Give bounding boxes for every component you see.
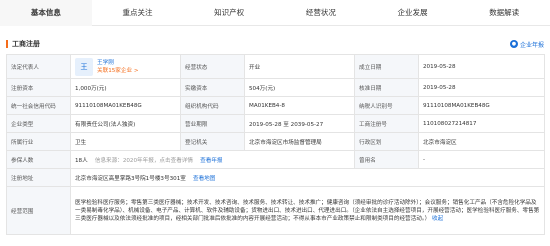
table-row: 参保人数 18人 信息来源：2020年年报，点击查看详情 查看年报 曾用名 - xyxy=(6,150,545,169)
region-value: 北京市海淀区 xyxy=(418,132,545,151)
section-header: 工商注册 ● 企业年报 xyxy=(0,34,550,54)
insured-value: 18人 xyxy=(75,157,88,164)
company-type-value: 有限责任公司(法人独资) xyxy=(70,114,181,133)
legal-rep-cell: 王 王学刚 关联15家企业 > xyxy=(70,54,181,79)
paidin-key: 实缴资本 xyxy=(180,78,245,97)
tab-development[interactable]: 企业发展 xyxy=(367,0,459,25)
tax-id-value: 91110108MA01KEB48G xyxy=(418,96,545,115)
scope-key: 经营范围 xyxy=(6,186,71,235)
term-value: 2019-05-28 至 2039-05-27 xyxy=(244,114,355,133)
table-row: 法定代表人 王 王学刚 关联15家企业 > 经营状态 开业 成立日期 2019-… xyxy=(6,54,545,79)
capital-key: 注册资本 xyxy=(6,78,71,97)
tab-key-focus[interactable]: 重点关注 xyxy=(92,0,184,25)
industry-key: 所属行业 xyxy=(6,132,71,151)
table-row: 注册地址 北京市海淀区高里掌路3号院1号楼3号301室 查看地图 xyxy=(6,168,545,187)
section-accent-bar xyxy=(6,40,8,48)
section-title: 工商注册 xyxy=(12,40,40,48)
former-name-value: - xyxy=(418,150,545,169)
annual-report-link[interactable]: ● 企业年报 xyxy=(509,40,544,49)
address-key: 注册地址 xyxy=(6,168,71,187)
insured-cell: 18人 信息来源：2020年年报，点击查看详情 查看年报 xyxy=(70,150,355,169)
collapse-link[interactable]: 收起 xyxy=(432,216,443,222)
address-cell: 北京市海淀区高里掌路3号院1号楼3号301室 查看地图 xyxy=(70,168,545,187)
credit-code-value: 91110108MA01KEB48G xyxy=(70,96,181,115)
tab-basic-info[interactable]: 基本信息 xyxy=(0,0,92,26)
capital-value: 1,000万(元) xyxy=(70,78,181,97)
table-row: 经营范围 医学检验科医疗服务；零售第三类医疗器械；技术开发、技术咨询、技术服务、… xyxy=(6,186,545,235)
former-name-key: 曾用名 xyxy=(354,150,419,169)
authority-value: 北京市海淀区市场监督管理局 xyxy=(244,132,355,151)
scope-value: 医学检验科医疗服务；零售第三类医疗器械；技术开发、技术咨询、技术服务、技术转让、… xyxy=(75,199,540,222)
table-row: 所属行业 卫生 登记机关 北京市海淀区市场监督管理局 行政区划 北京市海淀区 xyxy=(6,132,545,151)
avatar: 王 xyxy=(75,57,93,76)
authority-key: 登记机关 xyxy=(180,132,245,151)
address-value: 北京市海淀区高里掌路3号院1号楼3号301室 xyxy=(75,175,186,182)
org-code-key: 组织机构代码 xyxy=(180,96,245,115)
founded-key: 成立日期 xyxy=(354,54,419,79)
related-companies-link[interactable]: 关联15家企业 > xyxy=(97,67,139,75)
tab-bar: 基本信息 重点关注 知识产权 经营状况 企业发展 数据解读 xyxy=(0,0,550,26)
industry-value: 卫生 xyxy=(70,132,181,151)
insured-note: 信息来源：2020年年报，点击查看详情 xyxy=(94,157,193,164)
report-icon: ● xyxy=(509,40,518,48)
approved-key: 核准日期 xyxy=(354,78,419,97)
approved-value: 2019-05-28 xyxy=(418,78,545,97)
status-key: 经营状态 xyxy=(180,54,245,79)
paidin-value: 504万(元) xyxy=(244,78,355,97)
tax-id-key: 纳税人识别号 xyxy=(354,96,419,115)
founded-value: 2019-05-28 xyxy=(418,54,545,79)
org-code-value: MA01KEB4-8 xyxy=(244,96,355,115)
tab-operations[interactable]: 经营状况 xyxy=(275,0,367,25)
status-value: 开业 xyxy=(244,54,355,79)
reg-no-key: 工商注册号 xyxy=(354,114,419,133)
table-row: 企业类型 有限责任公司(法人独资) 营业期限 2019-05-28 至 2039… xyxy=(6,114,545,133)
scope-cell: 医学检验科医疗服务；零售第三类医疗器械；技术开发、技术咨询、技术服务、技术转让、… xyxy=(70,186,545,235)
reg-no-value: 110108027214817 xyxy=(418,114,545,133)
credit-code-key: 统一社会信用代码 xyxy=(6,96,71,115)
table-row: 注册资本 1,000万(元) 实缴资本 504万(元) 核准日期 2019-05… xyxy=(6,78,545,97)
company-type-key: 企业类型 xyxy=(6,114,71,133)
view-annual-report-link[interactable]: 查看年报 xyxy=(200,158,222,164)
region-key: 行政区划 xyxy=(354,132,419,151)
insured-key: 参保人数 xyxy=(6,150,71,169)
registration-table: 法定代表人 王 王学刚 关联15家企业 > 经营状态 开业 成立日期 2019-… xyxy=(6,54,545,235)
table-row: 统一社会信用代码 91110108MA01KEB48G 组织机构代码 MA01K… xyxy=(6,96,545,115)
tab-data-analysis[interactable]: 数据解读 xyxy=(458,0,550,25)
annual-report-label: 企业年报 xyxy=(519,41,544,49)
term-key: 营业期限 xyxy=(180,114,245,133)
legal-rep-key: 法定代表人 xyxy=(6,54,71,79)
legal-rep-name-link[interactable]: 王学刚 xyxy=(97,59,139,67)
view-map-link[interactable]: 查看地图 xyxy=(193,176,215,182)
tab-ip[interactable]: 知识产权 xyxy=(183,0,275,25)
